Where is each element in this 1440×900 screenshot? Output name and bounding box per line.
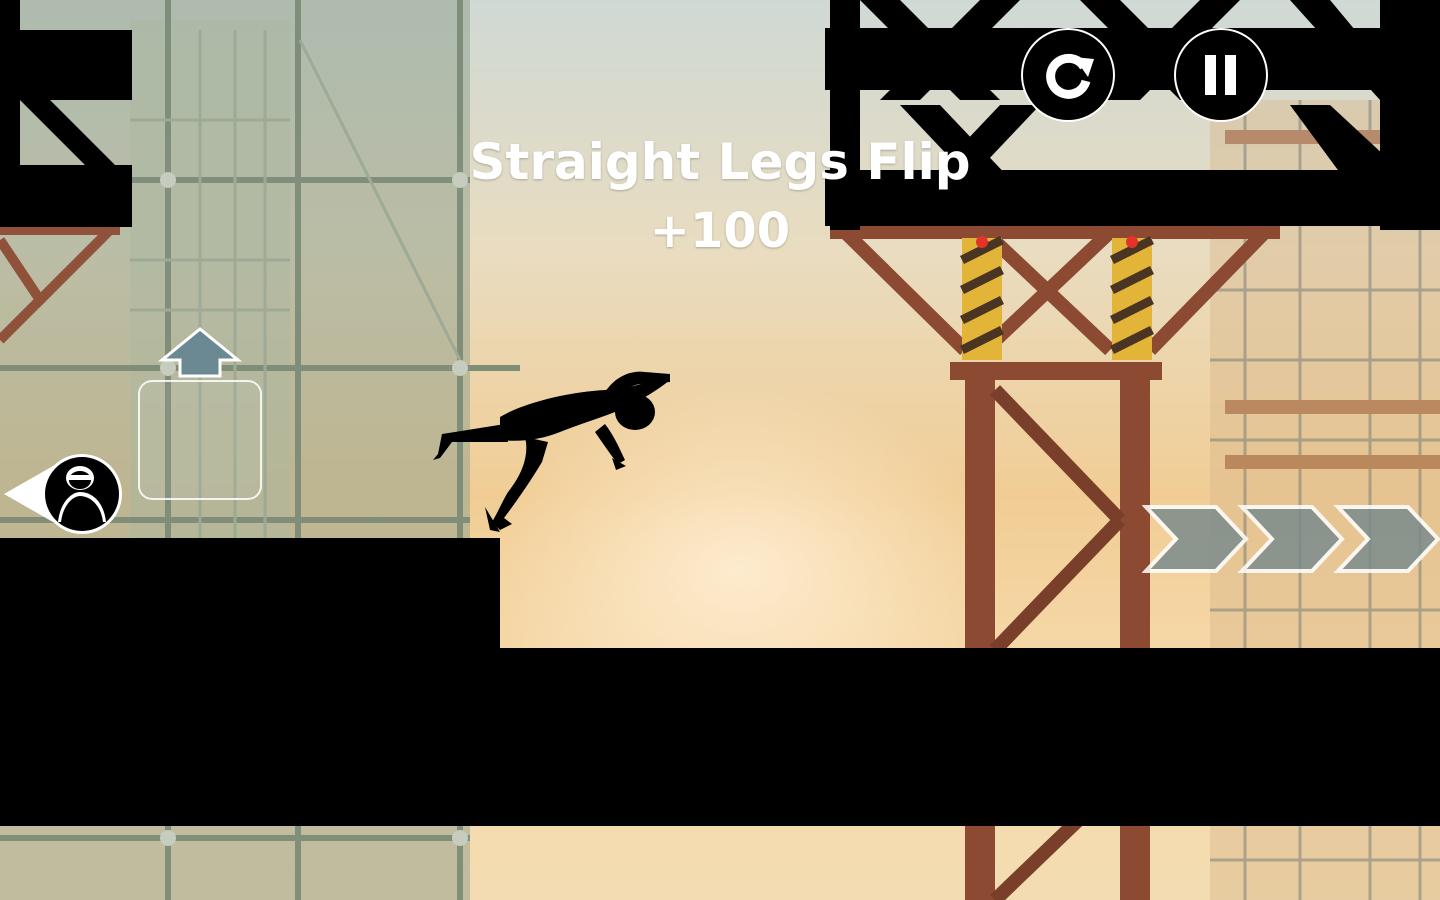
trick-points: +100 xyxy=(649,203,791,259)
ground-platform xyxy=(0,648,1440,826)
top-left-beam xyxy=(0,30,132,100)
chevron-right-icon xyxy=(1142,505,1440,573)
trick-name: Straight Legs Flip xyxy=(469,133,971,191)
top-right-beam xyxy=(825,28,1440,90)
game-scene: Straight Legs Flip +100 xyxy=(0,0,1440,900)
hunter-indicator-icon xyxy=(4,454,122,534)
jump-control-box[interactable] xyxy=(138,380,262,500)
restart-button[interactable] xyxy=(1021,28,1115,122)
rooftop-ledge xyxy=(0,538,500,658)
up-arrow-icon xyxy=(158,327,242,378)
pause-icon xyxy=(1205,55,1236,95)
restart-icon xyxy=(1046,53,1094,99)
pause-button[interactable] xyxy=(1174,28,1268,122)
player-runner xyxy=(433,371,670,532)
